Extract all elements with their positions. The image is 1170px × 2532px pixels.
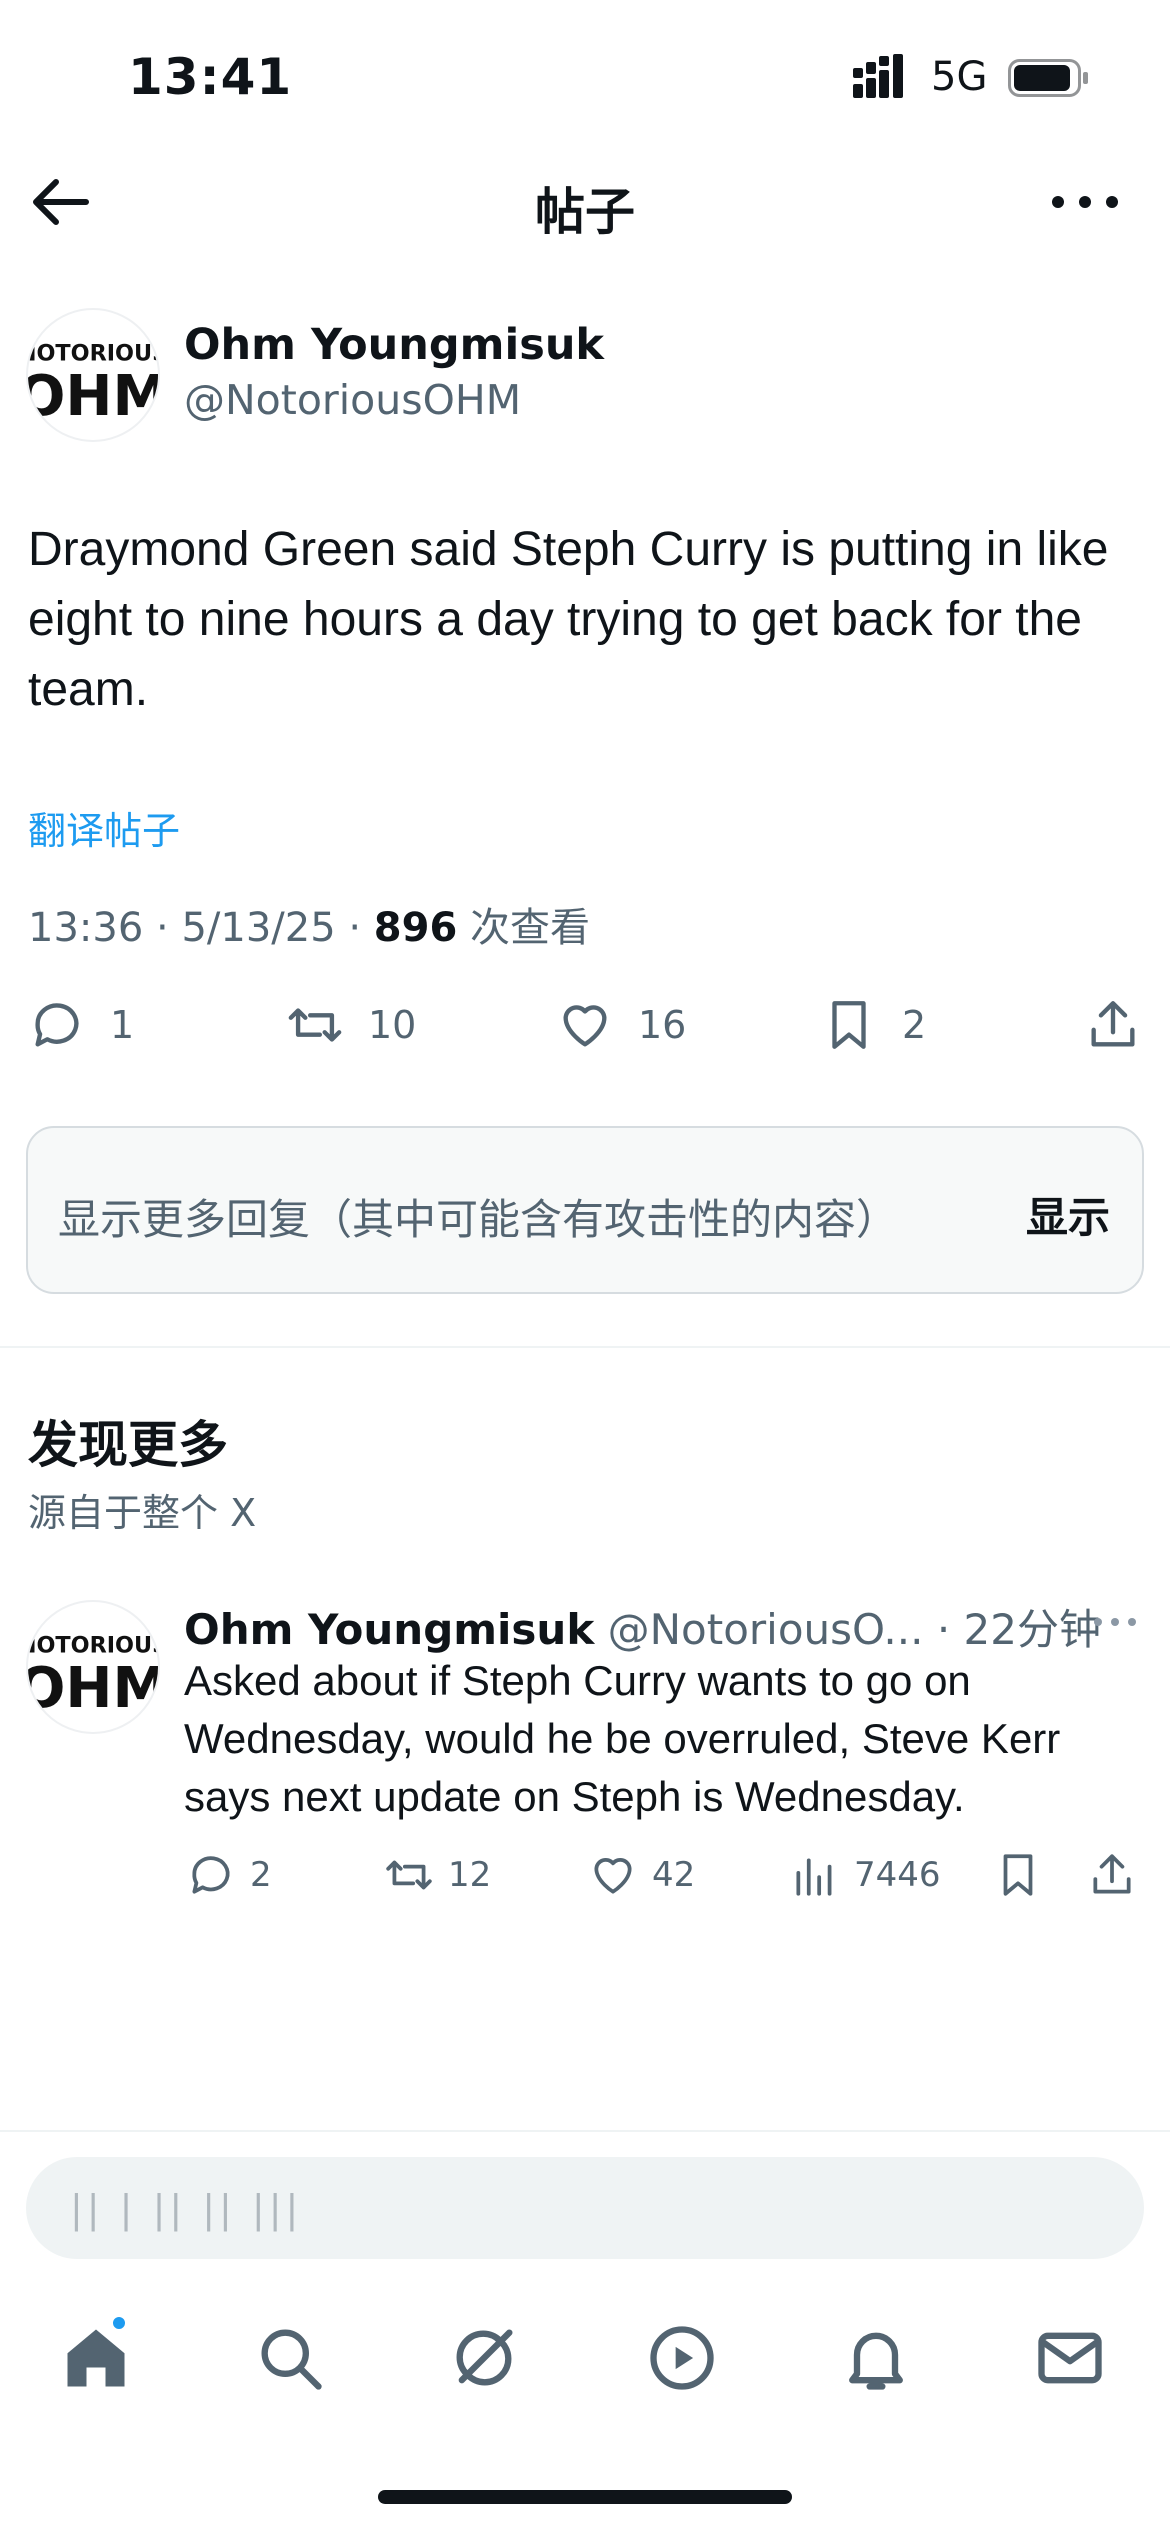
search-icon bbox=[261, 2329, 322, 2390]
like-button[interactable]: 16 bbox=[556, 990, 686, 1060]
tab-messages[interactable] bbox=[1032, 2320, 1108, 2396]
like-count: 16 bbox=[638, 1003, 687, 1047]
views-label: 次查看 bbox=[470, 905, 591, 951]
show-button[interactable]: 显示 bbox=[1026, 1184, 1110, 1245]
status-time: 13:41 bbox=[128, 48, 293, 106]
post-text: Draymond Green said Steph Curry is putti… bbox=[28, 523, 1109, 716]
bookmark-icon bbox=[1003, 1854, 1033, 1896]
bell-icon bbox=[849, 2332, 903, 2390]
tab-notifications[interactable] bbox=[838, 2320, 914, 2396]
page-title: 帖子 bbox=[535, 183, 635, 241]
recommended-author-avatar[interactable]: NOTORIOUS OHM bbox=[26, 1600, 160, 1734]
recommended-post-header: Ohm Youngmisuk @NotoriousO... · 22分钟 bbox=[184, 1605, 1101, 1654]
reply-input[interactable]: || | || || ||| bbox=[26, 2157, 1144, 2259]
post-actions: 1 10 16 2 bbox=[0, 990, 1170, 1060]
heart-icon bbox=[594, 1858, 632, 1894]
share-icon bbox=[1091, 1001, 1135, 1047]
section-divider bbox=[0, 1346, 1170, 1348]
recommended-repost-button[interactable]: 12 bbox=[384, 1845, 491, 1905]
home-icon bbox=[67, 2329, 125, 2387]
recommended-repost-count: 12 bbox=[448, 1855, 492, 1895]
recommended-author-handle[interactable]: @NotoriousO... bbox=[608, 1605, 924, 1654]
show-more-replies-box[interactable]: 显示更多回复（其中可能含有攻击性的内容） 显示 bbox=[26, 1126, 1144, 1294]
recommended-post-actions: 2 12 42 7446 bbox=[0, 1845, 1170, 1905]
repost-count: 10 bbox=[368, 1003, 417, 1047]
author-avatar[interactable]: NOTORIOUS OHM bbox=[26, 308, 160, 442]
status-bar: 13:41 5G bbox=[0, 0, 1170, 150]
recommended-view-count: 7446 bbox=[854, 1855, 941, 1895]
bookmark-button[interactable]: 2 bbox=[820, 990, 926, 1060]
home-indicator[interactable] bbox=[378, 2490, 792, 2504]
envelope-icon bbox=[1038, 2332, 1102, 2384]
recommended-like-button[interactable]: 42 bbox=[588, 1845, 695, 1905]
translate-post-link[interactable]: 翻译帖子 bbox=[28, 800, 180, 855]
post-meta: 13:36 · 5/13/25 · 896 次查看 bbox=[28, 905, 591, 951]
discover-subtitle: 源自于整个 X bbox=[28, 1491, 257, 1535]
battery-icon bbox=[1008, 59, 1088, 97]
reply-icon bbox=[35, 1003, 79, 1047]
tab-video[interactable] bbox=[644, 2320, 720, 2396]
reply-count: 1 bbox=[110, 1003, 135, 1047]
tab-grok[interactable] bbox=[446, 2320, 522, 2396]
bottom-tab-bar bbox=[0, 2300, 1170, 2410]
recommended-views-button[interactable]: 7446 bbox=[790, 1845, 941, 1905]
top-nav-bar: 帖子 bbox=[0, 160, 1170, 250]
recommended-reply-button[interactable]: 2 bbox=[186, 1845, 272, 1905]
play-icon bbox=[650, 2326, 714, 2390]
recommended-like-count: 42 bbox=[652, 1855, 696, 1895]
bookmark-icon bbox=[832, 1001, 866, 1049]
recommended-post-text[interactable]: Asked about if Steph Curry wants to go o… bbox=[184, 1652, 1144, 1826]
author-name[interactable]: Ohm Youngmisuk bbox=[184, 320, 604, 370]
recommended-bookmark-button[interactable] bbox=[993, 1845, 1043, 1905]
signal-icon bbox=[853, 54, 903, 98]
more-options-icon[interactable] bbox=[1048, 182, 1122, 222]
svg-text:NOTORIOUS: NOTORIOUS bbox=[28, 1632, 158, 1658]
recommended-author-name[interactable]: Ohm Youngmisuk bbox=[184, 1605, 594, 1654]
reply-button[interactable]: 1 bbox=[28, 990, 134, 1060]
repost-icon bbox=[386, 1860, 432, 1890]
svg-text:OHM: OHM bbox=[28, 1656, 158, 1721]
home-notification-dot bbox=[110, 2314, 128, 2332]
post-date: 5/13/25 bbox=[181, 905, 336, 951]
repost-button[interactable]: 10 bbox=[286, 990, 416, 1060]
recommended-reply-count: 2 bbox=[250, 1855, 272, 1895]
svg-text:NOTORIOUS: NOTORIOUS bbox=[28, 340, 158, 366]
author-handle[interactable]: @NotoriousOHM bbox=[184, 376, 521, 424]
composer-divider bbox=[0, 2130, 1170, 2132]
post-time: 13:36 bbox=[28, 905, 144, 951]
grok-icon bbox=[456, 2329, 513, 2386]
reply-icon bbox=[192, 1856, 230, 1894]
network-type: 5G bbox=[931, 54, 988, 100]
svg-text:OHM: OHM bbox=[28, 364, 158, 429]
reply-placeholder: || | || || ||| bbox=[70, 2187, 303, 2231]
views-chart-icon bbox=[796, 1858, 832, 1896]
recommended-more-icon[interactable] bbox=[1090, 1610, 1140, 1634]
tab-home[interactable] bbox=[58, 2314, 134, 2396]
tab-search[interactable] bbox=[252, 2320, 328, 2396]
recommended-post-time: 22分钟 bbox=[963, 1605, 1101, 1654]
share-icon bbox=[1093, 1854, 1131, 1894]
discover-title: 发现更多 bbox=[28, 1416, 228, 1474]
recommended-share-button[interactable] bbox=[1087, 1845, 1137, 1905]
view-count: 896 bbox=[373, 905, 458, 951]
bookmark-count: 2 bbox=[902, 1003, 927, 1047]
repost-icon bbox=[288, 1008, 342, 1042]
heart-icon bbox=[563, 1005, 607, 1047]
share-button[interactable] bbox=[1084, 990, 1142, 1060]
show-more-replies-text: 显示更多回复（其中可能含有攻击性的内容） bbox=[58, 1195, 899, 1244]
